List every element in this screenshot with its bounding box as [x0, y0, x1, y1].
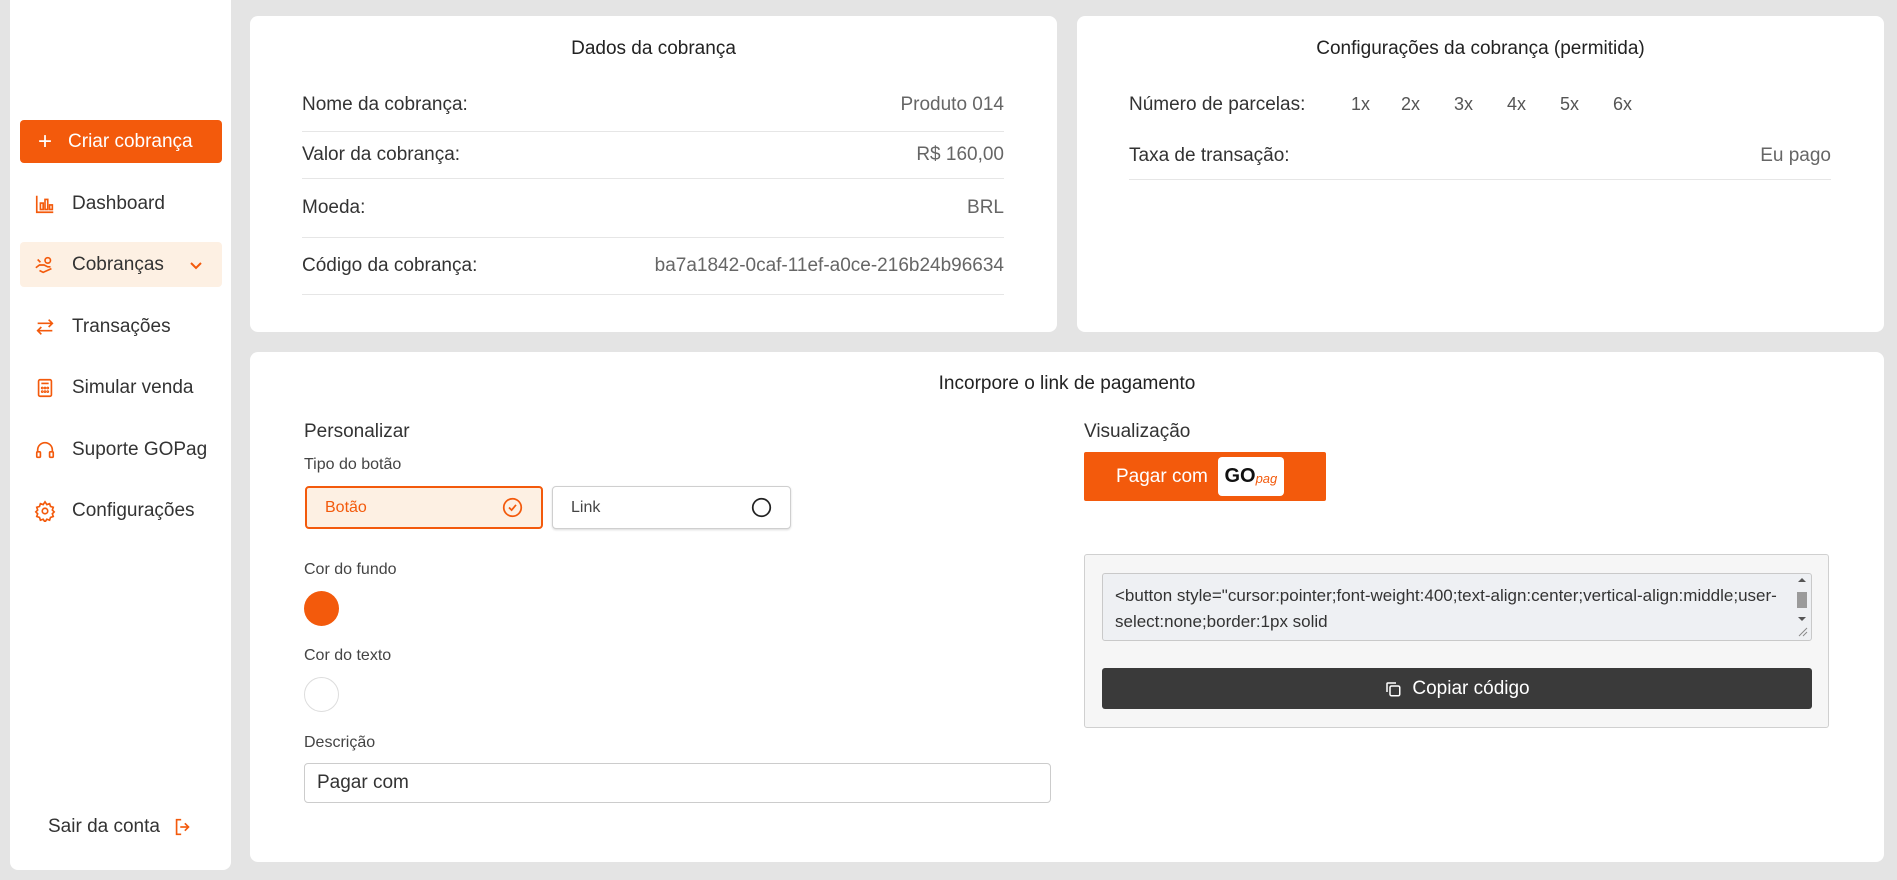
- sidebar-item-simular-venda[interactable]: Simular venda: [20, 365, 222, 410]
- charge-row-currency: Moeda: BRL: [302, 179, 1004, 238]
- card-title: Dados da cobrança: [571, 38, 736, 59]
- row-label: Valor da cobrança:: [302, 144, 461, 165]
- installment-option: 1x: [1351, 94, 1371, 114]
- card-title: Incorpore o link de pagamento: [938, 373, 1196, 394]
- charge-row-name: Nome da cobrança: Produto 014: [302, 78, 1004, 132]
- preview-label: Visualização: [1084, 421, 1191, 442]
- option-button[interactable]: Botão: [305, 486, 543, 529]
- installment-option: 6x: [1613, 94, 1633, 114]
- sidebar-item-label: Configurações: [72, 499, 195, 521]
- sidebar-item-transacoes[interactable]: Transações: [20, 304, 222, 349]
- installments-row: Número de parcelas: 1x 2x 3x 4x 5x 6x: [1129, 78, 1831, 132]
- logout-label: Sair da conta: [48, 816, 160, 837]
- create-charge-button[interactable]: + Criar cobrança: [20, 120, 222, 163]
- sidebar: + Criar cobrança Dashboard Cobranças Tra…: [10, 0, 231, 870]
- description-input[interactable]: [304, 763, 1051, 803]
- headset-icon: [35, 441, 55, 458]
- bg-color-swatch[interactable]: [304, 591, 339, 626]
- button-type-label: Tipo do botão: [304, 456, 402, 473]
- logo-go: GO: [1224, 465, 1256, 487]
- installment-option: 2x: [1401, 94, 1421, 114]
- row-label: Nome da cobrança:: [302, 93, 468, 115]
- logout-button[interactable]: Sair da conta: [48, 816, 194, 838]
- card-title: Configurações da cobrança (permitida): [1316, 38, 1645, 59]
- copy-code-label: Copiar código: [1412, 677, 1530, 699]
- description-label: Descrição: [304, 734, 376, 751]
- embed-code-textarea[interactable]: <button style="cursor:pointer;font-weigh…: [1102, 573, 1812, 641]
- text-color-label: Cor do texto: [304, 647, 392, 664]
- row-label: Código da cobrança:: [302, 255, 478, 276]
- sidebar-item-label: Cobranças: [72, 253, 164, 275]
- sidebar-item-label: Transações: [72, 315, 171, 337]
- create-charge-label: Criar cobrança: [68, 130, 193, 152]
- fee-label: Taxa de transação:: [1129, 144, 1290, 166]
- sidebar-item-dashboard[interactable]: Dashboard: [20, 181, 222, 226]
- code-panel: <button style="cursor:pointer;font-weigh…: [1084, 554, 1829, 728]
- sidebar-item-cobrancas[interactable]: Cobranças: [20, 242, 222, 287]
- text-color-swatch[interactable]: [304, 677, 339, 712]
- chevron-down-icon[interactable]: [188, 257, 204, 273]
- bg-color-label: Cor do fundo: [304, 561, 397, 578]
- fee-row: Taxa de transação: Eu pago: [1129, 132, 1831, 180]
- customize-label: Personalizar: [304, 421, 410, 442]
- plus-icon: +: [38, 127, 53, 155]
- sidebar-item-suporte[interactable]: Suporte GOPag: [20, 427, 222, 472]
- copy-icon: [1386, 681, 1401, 696]
- row-value: R$ 160,00: [916, 144, 1004, 165]
- preview-pay-button[interactable]: Pagar com GO pag: [1084, 452, 1326, 501]
- row-label: Moeda:: [302, 197, 366, 218]
- installment-option: 5x: [1560, 94, 1580, 114]
- preview-pay-text: Pagar com: [1116, 465, 1208, 487]
- sidebar-item-configuracoes[interactable]: Configurações: [20, 488, 222, 533]
- charge-row-code: Código da cobrança: ba7a1842-0caf-11ef-a…: [302, 238, 1004, 295]
- row-value: Produto 014: [900, 93, 1004, 115]
- logo-pag: pag: [1255, 471, 1278, 486]
- charge-config-card: Configurações da cobrança (permitida) Nú…: [1077, 16, 1884, 332]
- option-link[interactable]: Link: [552, 486, 791, 529]
- hand-money-icon: [35, 256, 52, 273]
- gopag-logo: GO pag: [1217, 457, 1284, 496]
- fee-value: Eu pago: [1760, 144, 1831, 166]
- charge-row-amount: Valor da cobrança: R$ 160,00: [302, 132, 1004, 179]
- arrows-swap-icon: [36, 318, 54, 335]
- gear-icon: [34, 499, 56, 522]
- charge-data-card: Dados da cobrança Nome da cobrança: Prod…: [250, 16, 1057, 332]
- option-link-label: Link: [571, 498, 601, 516]
- sidebar-item-label: Dashboard: [72, 192, 165, 214]
- installment-option: 3x: [1454, 94, 1474, 114]
- sidebar-item-label: Suporte GOPag: [72, 438, 208, 460]
- scrollbar[interactable]: [1795, 576, 1809, 638]
- sidebar-item-label: Simular venda: [72, 376, 194, 398]
- installments-label: Número de parcelas:: [1129, 94, 1306, 115]
- embed-code-text: <button style="cursor:pointer;font-weigh…: [1115, 586, 1777, 631]
- row-value: BRL: [967, 197, 1004, 218]
- check-circle-icon: [502, 497, 523, 518]
- bar-chart-icon: [35, 195, 54, 213]
- row-value[interactable]: ba7a1842-0caf-11ef-a0ce-216b24b96634: [655, 255, 1004, 277]
- installment-option: 4x: [1507, 94, 1527, 114]
- calculator-icon: [37, 378, 53, 397]
- radio-circle-icon: [751, 497, 772, 518]
- option-button-label: Botão: [325, 498, 367, 516]
- logout-icon: [175, 818, 190, 836]
- copy-code-button[interactable]: Copiar código: [1102, 668, 1812, 709]
